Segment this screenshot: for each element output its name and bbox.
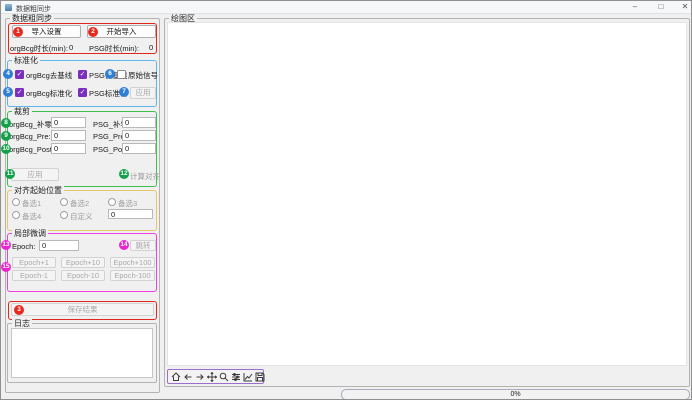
save-icon[interactable] [255,371,265,382]
custom-position-input[interactable] [108,209,153,219]
epoch-label: Epoch: [12,242,35,251]
option4-label: 备选4 [22,211,41,222]
option4-radio[interactable] [12,211,20,219]
log-textarea[interactable] [11,328,153,378]
badge-10: 10 [1,144,11,154]
log-group-label: 日志 [12,319,32,328]
raw-signal-checkbox[interactable] [117,70,126,79]
orgbcg-detrend-checkbox[interactable]: ✓ [15,70,24,79]
normalize-group-label: 标准化 [12,56,40,65]
orgbcg-pre-input[interactable] [51,130,86,141]
psg-pad-input[interactable] [122,117,156,128]
psg-duration-value: 0 [149,43,153,52]
badge-15: 15 [1,262,11,272]
badge-6: 6 [105,69,115,79]
badge-13: 13 [1,240,11,250]
option1-radio[interactable] [12,198,20,206]
psg-post-input[interactable] [122,143,156,154]
badge-12: 12 [119,169,129,179]
progress-bar: 0% [341,389,690,400]
jump-button[interactable]: 跳转 [130,240,156,251]
orgbcg-pad-input[interactable] [51,117,86,128]
plot-canvas[interactable] [167,22,687,366]
normalize-apply-button[interactable]: 应用 [130,87,156,99]
psg-normalize-checkbox[interactable]: ✓ [78,88,87,97]
badge-5: 5 [3,87,13,97]
subplots-icon[interactable] [231,371,241,382]
badge-4: 4 [3,69,13,79]
app-icon [5,4,12,11]
align-position-group-label: 对齐起始位置 [12,186,64,195]
calc-align-button[interactable]: 计算对齐 [130,171,160,182]
option1-label: 备选1 [22,198,41,209]
title-bar [1,1,692,14]
app-window: 数据粗同步 – □ ✕ 数据粗同步 导入设置 开始导入 1 2 orgBcg时长… [0,0,692,400]
orgbcg-normalize-checkbox[interactable]: ✓ [15,88,24,97]
orgbcg-pad-label: orgBcg_补零: [9,119,54,130]
option2-radio[interactable] [60,198,68,206]
window-title: 数据粗同步 [16,4,51,14]
epoch-minus-10-button[interactable]: Epoch-10 [61,270,105,281]
fine-tune-group-label: 局部微调 [12,229,48,238]
badge-7: 7 [119,87,129,97]
badge-14: 14 [119,240,129,250]
epoch-minus-100-button[interactable]: Epoch-100 [110,270,155,281]
psg-pre-input[interactable] [122,130,156,141]
option3-label: 备选3 [118,198,137,209]
custom-radio[interactable] [60,211,68,219]
option2-label: 备选2 [70,198,89,209]
orgbcg-post-input[interactable] [51,143,86,154]
orgbcg-duration-value: 0 [69,43,73,52]
badge-3: 3 [14,305,24,315]
epoch-input[interactable] [39,240,79,251]
custom-label: 自定义 [70,211,93,222]
epoch-plus-1-button[interactable]: Epoch+1 [12,257,56,268]
badge-11: 11 [5,169,15,179]
normalize-group [7,60,157,107]
orgbcg-detrend-label: orgBcg去基线 [26,70,72,81]
crop-apply-button[interactable]: 应用 [11,168,59,181]
badge-1: 1 [13,27,23,37]
minimize-button[interactable]: – [627,1,643,13]
left-panel-group-label: 数据粗同步 [10,14,54,23]
option3-radio[interactable] [108,198,116,206]
progress-value: 0% [510,391,520,398]
orgbcg-duration-label: orgBcg时长(min): [10,43,68,54]
orgbcg-pre-label: orgBcg_Pre: [9,132,51,141]
zoom-icon[interactable] [219,371,229,382]
forward-icon[interactable] [195,371,205,382]
customize-icon[interactable] [243,371,253,382]
epoch-minus-1-button[interactable]: Epoch-1 [12,270,56,281]
maximize-button[interactable]: □ [653,1,669,13]
close-button[interactable]: ✕ [677,1,692,13]
pan-icon[interactable] [207,371,217,382]
badge-9: 9 [1,131,11,141]
psg-duration-label: PSG时长(min): [89,43,139,54]
orgbcg-post-label: orgBcg_Post: [9,145,54,154]
raw-signal-label: 原始信号 [128,70,158,81]
badge-2: 2 [88,27,98,37]
orgbcg-normalize-label: orgBcg标准化 [26,88,72,99]
badge-8: 8 [1,118,11,128]
epoch-plus-10-button[interactable]: Epoch+10 [61,257,105,268]
home-icon[interactable] [171,371,181,382]
crop-group-label: 裁剪 [12,107,32,116]
epoch-plus-100-button[interactable]: Epoch+100 [110,257,155,268]
plot-toolbar [167,369,264,384]
back-icon[interactable] [183,371,193,382]
psg-detrend-checkbox[interactable]: ✓ [78,70,87,79]
save-result-button[interactable]: 保存结果 [11,303,154,316]
